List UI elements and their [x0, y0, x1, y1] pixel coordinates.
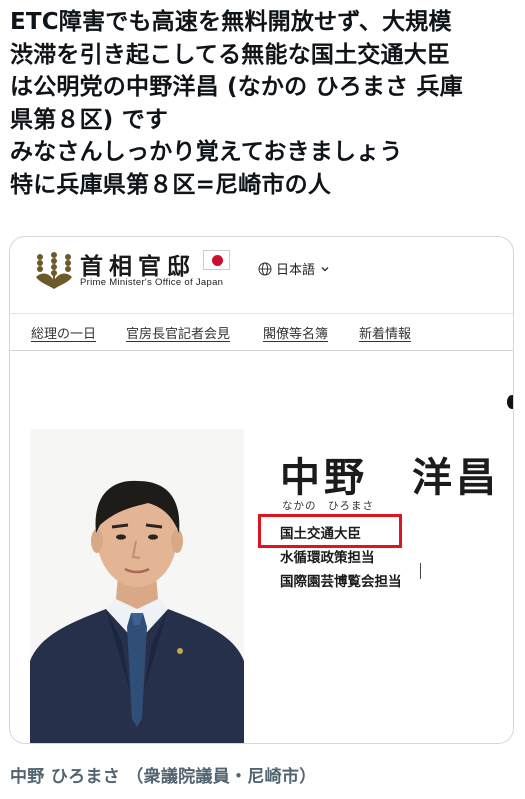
- tweet-line: 県第８区) です: [10, 106, 169, 133]
- role-item: 国際園芸博覧会担当: [280, 574, 402, 590]
- minister-photo: [30, 429, 244, 743]
- globe-icon: [258, 262, 272, 275]
- tweet-line: ETC障害でも高速を無料開放せず、大規模: [10, 9, 452, 35]
- red-highlight-box: [258, 514, 402, 548]
- nav-link-daily[interactable]: 総理の一日: [31, 323, 96, 342]
- japan-flag-icon: [203, 250, 230, 270]
- language-label: 日本語: [276, 263, 316, 278]
- paulownia-emblem-icon: [36, 252, 72, 289]
- minister-profile: 中野 洋昌 なかの ひろまさ 国土交通大臣 水循環政策担当 国際園芸博覧会担当: [10, 351, 513, 743]
- text-caret: [420, 563, 421, 579]
- link-card[interactable]: 首相官邸 Prime Minister's Office of Japan 日本…: [9, 236, 514, 744]
- carousel-dot[interactable]: [507, 395, 513, 409]
- site-subtitle: Prime Minister's Office of Japan: [80, 277, 224, 288]
- site-header: 首相官邸 Prime Minister's Office of Japan 日本…: [10, 237, 513, 309]
- chevron-down-icon: [321, 266, 329, 271]
- nav-link-cabinet-list[interactable]: 閣僚等名簿: [263, 323, 328, 342]
- minister-name: 中野 洋昌: [280, 455, 500, 501]
- nav-link-press-conference[interactable]: 官房長官記者会見: [126, 323, 230, 342]
- card-caption[interactable]: 中野 ひろまさ （衆議院議員・尼崎市）: [10, 762, 317, 787]
- site-title: 首相官邸: [80, 253, 196, 280]
- tweet-line: は公明党の中野洋昌 (なかの ひろまさ 兵庫: [10, 74, 463, 100]
- role-item: 水循環政策担当: [280, 550, 375, 566]
- language-selector[interactable]: 日本語: [258, 259, 331, 278]
- site-nav: 総理の一日 官房長官記者会見 閣僚等名簿 新着情報: [10, 314, 513, 350]
- tweet-line: 特に兵庫県第８区=尼崎市の人: [10, 171, 332, 198]
- tweet-line: 渋滞を引き起こしてる無能な国土交通大臣: [10, 41, 451, 68]
- tweet-line: みなさんしっかり覚えておきましょう: [10, 139, 403, 165]
- minister-portrait: [30, 429, 244, 743]
- nav-link-news[interactable]: 新着情報: [359, 323, 411, 342]
- tweet-text: ETC障害でも高速を無料開放せず、大規模 渋滞を引き起こしてる無能な国土交通大臣…: [10, 6, 520, 201]
- minister-name-kana: なかの ひろまさ: [282, 500, 374, 512]
